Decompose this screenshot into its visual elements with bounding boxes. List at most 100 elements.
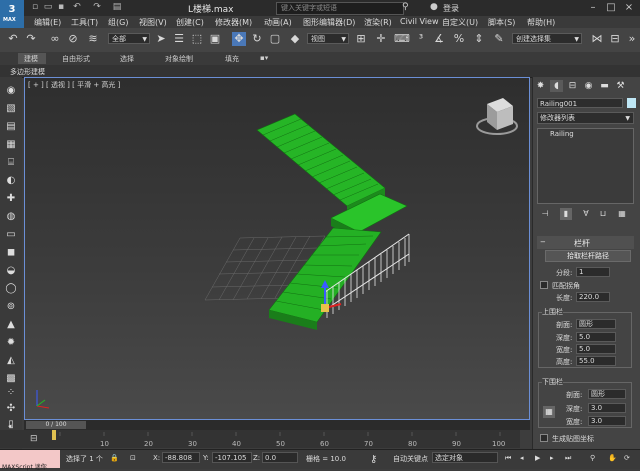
- viewport-label[interactable]: [ + ] [ 透视 ] [ 平滑 + 高光 ]: [28, 80, 120, 90]
- modify-tab-icon[interactable]: ◖: [550, 80, 563, 92]
- redo-icon[interactable]: ↷: [92, 2, 102, 12]
- y-coordinate[interactable]: -107.105: [212, 452, 252, 463]
- menu-views[interactable]: 视图(V): [139, 17, 167, 28]
- transform-icon[interactable]: ✣: [4, 402, 18, 416]
- snap-3d-icon[interactable]: ³: [414, 32, 428, 46]
- pin-stack-icon[interactable]: ⊣: [539, 208, 551, 220]
- spinner-snap-icon[interactable]: ⇕: [472, 32, 486, 46]
- top-width-field[interactable]: 5.0: [576, 344, 616, 354]
- menu-scripting[interactable]: 脚本(S): [488, 17, 515, 28]
- pan-icon[interactable]: ✋: [608, 454, 617, 462]
- align-icon[interactable]: ⊟: [608, 32, 622, 46]
- stack-icon[interactable]: ▤: [4, 120, 18, 134]
- key-icon[interactable]: ⚷: [370, 454, 377, 465]
- dome-icon[interactable]: ◒: [4, 264, 18, 278]
- match-corners-checkbox[interactable]: [540, 281, 548, 289]
- hierarchy-tab-icon[interactable]: ⊟: [566, 80, 579, 92]
- remove-modifier-icon[interactable]: ⊔: [597, 208, 609, 220]
- top-height-field[interactable]: 55.0: [576, 356, 616, 366]
- stack-item-railing[interactable]: Railing: [550, 130, 574, 138]
- cylinder-icon[interactable]: ▭: [4, 228, 18, 242]
- menu-civil-view[interactable]: Civil View: [400, 17, 439, 26]
- minimize-icon[interactable]: –: [586, 1, 600, 14]
- menu-group[interactable]: 组(G): [108, 17, 128, 28]
- select-object-icon[interactable]: ➤: [154, 32, 168, 46]
- search-input[interactable]: 键入关键字或短语: [276, 2, 404, 15]
- lower-width-field[interactable]: 3.0: [588, 416, 626, 426]
- redo-icon[interactable]: ↷: [24, 32, 38, 46]
- make-unique-icon[interactable]: ∀: [580, 208, 592, 220]
- new-file-icon[interactable]: ▫: [30, 2, 40, 12]
- x-coordinate[interactable]: -88.808: [162, 452, 200, 463]
- user-icon[interactable]: ●: [430, 2, 440, 12]
- track-bar[interactable]: [0, 430, 520, 448]
- edit-named-selection-icon[interactable]: ✎: [492, 32, 506, 46]
- bind-spacewarp-icon[interactable]: ≋: [86, 32, 100, 46]
- grid-icon[interactable]: ▦: [4, 138, 18, 152]
- object-color-swatch[interactable]: [627, 98, 636, 108]
- pivot-center-icon[interactable]: ⊞: [354, 32, 368, 46]
- undo-icon[interactable]: ↶: [72, 2, 82, 12]
- viewcube[interactable]: [476, 98, 518, 135]
- top-depth-field[interactable]: 5.0: [576, 332, 616, 342]
- select-manipulate-icon[interactable]: ✛: [374, 32, 388, 46]
- tab-populate[interactable]: 填充: [225, 54, 239, 64]
- tab-selection[interactable]: 选择: [120, 54, 134, 64]
- modeling-icon[interactable]: ✚: [4, 192, 18, 206]
- save-icon[interactable]: ▪: [56, 2, 66, 12]
- maximize-icon[interactable]: □: [604, 1, 618, 14]
- ring-icon[interactable]: ◯: [4, 282, 18, 296]
- modifier-stack[interactable]: [537, 128, 634, 204]
- reference-coord-dropdown[interactable]: 视图 ▼: [307, 33, 349, 44]
- perspective-viewport[interactable]: [24, 77, 530, 420]
- cone-icon[interactable]: ▲: [4, 318, 18, 332]
- go-to-start-icon[interactable]: ⏮: [505, 454, 511, 463]
- named-selection-dropdown[interactable]: 创建选择集 ▼: [512, 33, 582, 44]
- tab-modeling[interactable]: 建模: [24, 54, 38, 64]
- menu-animation[interactable]: 动画(A): [264, 17, 292, 28]
- tab-freeform[interactable]: 自由形式: [62, 54, 90, 64]
- length-field[interactable]: 220.0: [576, 292, 610, 302]
- z-coordinate[interactable]: 0.0: [262, 452, 298, 463]
- configure-sets-icon[interactable]: ▦: [616, 208, 628, 220]
- motion-tab-icon[interactable]: ◉: [582, 80, 595, 92]
- torus-icon[interactable]: ⊚: [4, 300, 18, 314]
- place-icon[interactable]: ◆: [288, 32, 302, 46]
- menu-edit[interactable]: 编辑(E): [34, 17, 61, 28]
- time-slider[interactable]: [24, 420, 530, 430]
- orbit-icon[interactable]: ⟳: [624, 454, 630, 462]
- go-to-end-icon[interactable]: ⏭: [565, 454, 571, 463]
- object-name-field[interactable]: Railing001: [537, 98, 623, 108]
- project-folder-icon[interactable]: ▤: [112, 2, 122, 12]
- tab-object-paint[interactable]: 对象绘制: [165, 54, 193, 64]
- undo-icon[interactable]: ↶: [6, 32, 20, 46]
- keyboard-icon[interactable]: ⌸: [4, 156, 18, 170]
- selected-object-dropdown[interactable]: 选定对象: [432, 452, 498, 463]
- search-icon[interactable]: ⚲: [402, 2, 412, 12]
- auto-key-label[interactable]: 自动关键点: [393, 454, 428, 464]
- percent-snap-icon[interactable]: %: [452, 32, 466, 46]
- modifier-list-dropdown[interactable]: 修改器列表 ▼: [537, 112, 634, 124]
- menu-tools[interactable]: 工具(T): [71, 17, 98, 28]
- light-icon[interactable]: ✹: [4, 336, 18, 350]
- prev-frame-icon[interactable]: ◂: [520, 454, 524, 462]
- open-file-icon[interactable]: ▭: [43, 2, 53, 12]
- material-icon[interactable]: ◼: [4, 246, 18, 260]
- app-logo[interactable]: 3 MAX: [0, 0, 24, 28]
- login-link[interactable]: 登录: [443, 3, 459, 14]
- menu-modifiers[interactable]: 修改器(M): [215, 17, 252, 28]
- selection-filter-dropdown[interactable]: 全部 ▼: [108, 33, 150, 44]
- show-end-result-icon[interactable]: ▮: [560, 208, 572, 220]
- pyramid-icon[interactable]: ◭: [4, 354, 18, 368]
- pick-railing-path-button[interactable]: 拾取栏杆路径: [545, 250, 631, 262]
- top-profile-dropdown[interactable]: 圆形: [576, 319, 616, 329]
- utilities-tab-icon[interactable]: ⚒: [614, 80, 627, 92]
- menu-create[interactable]: 创建(C): [176, 17, 204, 28]
- lock-icon[interactable]: 🔒: [110, 454, 119, 462]
- keyboard-shortcut-icon[interactable]: ⌨: [394, 32, 410, 46]
- menu-help[interactable]: 帮助(H): [527, 17, 555, 28]
- angle-snap-icon[interactable]: ∡: [432, 32, 446, 46]
- move-icon[interactable]: ✥: [232, 32, 246, 46]
- gen-mapping-checkbox[interactable]: [540, 434, 548, 442]
- segments-field[interactable]: 1: [576, 267, 610, 277]
